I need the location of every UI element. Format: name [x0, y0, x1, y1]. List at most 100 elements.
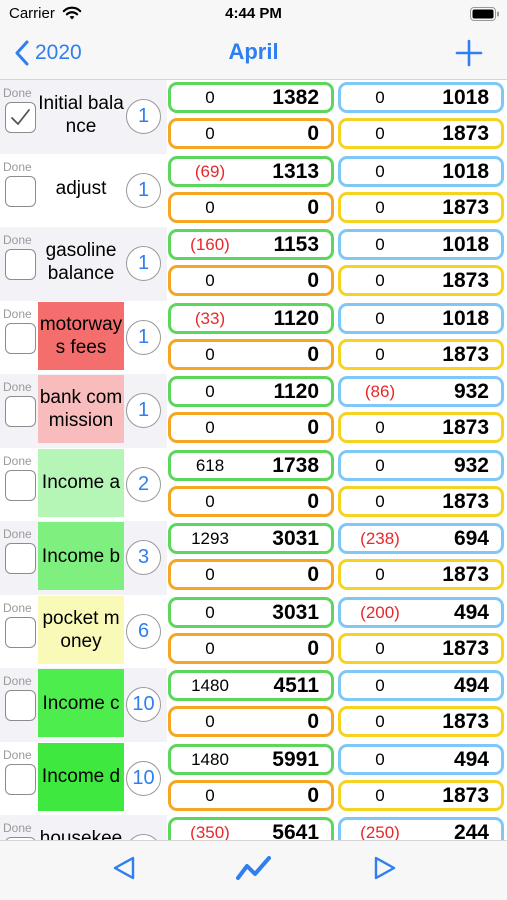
amount-cell-c2-top[interactable]: (238) 694	[338, 523, 504, 554]
plus-icon[interactable]	[455, 39, 483, 67]
list-item[interactable]: Done motorways fees 1 (33) 1120 0 0 0 1018 0 1873	[0, 300, 507, 374]
item-name[interactable]: housekeeping	[38, 816, 124, 840]
list-item[interactable]: Done Income c 10 1480 4511 0 0 0 494 0 1873	[0, 668, 507, 742]
row-label-area: Done Income a2	[0, 447, 167, 521]
count-badge[interactable]: 10	[126, 687, 161, 722]
amount-cell-c1-top[interactable]: (69) 1313	[168, 155, 334, 187]
item-name[interactable]: Income b	[38, 522, 124, 590]
amount-cell-c1-bot[interactable]: 00	[168, 338, 334, 370]
done-checkbox[interactable]	[5, 469, 36, 501]
done-checkbox[interactable]	[5, 616, 36, 648]
count-badge[interactable]: 10	[126, 760, 161, 796]
amount-cell-c2-top[interactable]: 0 494	[338, 670, 504, 701]
amount-cell-c1-bot[interactable]: 00	[168, 779, 334, 811]
amount-cell-c2-top[interactable]: (86) 932	[338, 376, 504, 407]
item-name[interactable]: gasoline balance	[38, 228, 124, 296]
amount-cell-c1-top[interactable]: 1480 4511	[168, 670, 334, 701]
amount-cell-c1-bot[interactable]: 00	[168, 706, 334, 737]
item-name[interactable]: Income c	[38, 669, 124, 737]
transaction-list[interactable]: Done Initial balance 1 0 1382 0 0 0 1018 0 1873 Don…	[0, 80, 507, 840]
amount-cell-c1-bot[interactable]: 00	[168, 118, 334, 149]
item-name[interactable]: Income a	[38, 448, 124, 517]
cell-small-value: 0	[375, 712, 385, 731]
amount-cell-c2-top[interactable]: (250) 244	[338, 817, 504, 840]
done-checkbox[interactable]	[5, 102, 36, 133]
item-name[interactable]: bank commission	[38, 375, 124, 443]
list-item[interactable]: Done Income d 10 1480 5991 0 0 0 494 0 1873	[0, 741, 507, 815]
triangle-left-icon[interactable]	[112, 855, 136, 881]
amount-cell-c2-top[interactable]: 0 1018	[338, 82, 504, 113]
row-label-area: Done Income d 10	[0, 741, 167, 815]
amount-cell-c2-bot[interactable]: 0 1873	[338, 706, 504, 737]
list-item[interactable]: Done adjust 1 (69) 1313 0 0 0 1018 0 1873	[0, 153, 507, 227]
done-label: Done	[3, 674, 32, 688]
amount-cell-c1-top[interactable]: 0 1382	[168, 82, 334, 113]
amount-cell-c2-top[interactable]: 0 494	[338, 743, 504, 775]
item-name[interactable]: pocket money	[38, 595, 124, 664]
list-item[interactable]: Done Initial balance 1 0 1382 0 0 0 1018 0 1873	[0, 80, 507, 154]
list-item[interactable]: Done bank commission 1 0 1120 0 0 (86) 932 0 1873	[0, 374, 507, 448]
amount-cell-c1-top[interactable]: (350) 5641	[168, 817, 334, 840]
chart-line-icon[interactable]	[235, 854, 272, 882]
done-checkbox[interactable]	[5, 763, 36, 795]
amount-cell-c1-top[interactable]: (33) 1120	[168, 302, 334, 334]
amount-cell-c1-top[interactable]: 1293 3031	[168, 523, 334, 554]
count-badge[interactable]: 2	[126, 466, 161, 502]
count-badge[interactable]: 3	[126, 540, 161, 575]
amount-cell-c2-top[interactable]: 0 1018	[338, 229, 504, 260]
amount-cell-c1-bot[interactable]: 00	[168, 485, 334, 517]
amount-cell-c2-bot[interactable]: 0 1873	[338, 632, 504, 664]
item-name[interactable]: adjust	[38, 155, 124, 223]
list-item[interactable]: Done Income a 2 618 1738 0 0 0 932 0 1873	[0, 447, 507, 521]
count-badge[interactable]: 1	[126, 319, 161, 355]
done-checkbox[interactable]	[5, 249, 36, 280]
amount-cell-c1-top[interactable]: 0 1120	[168, 376, 334, 407]
amount-cell-c2-bot[interactable]: 0 1873	[338, 191, 504, 223]
cell-small-value: (33)	[194, 308, 226, 328]
amount-cell-c2-bot[interactable]: 0 1873	[338, 338, 504, 370]
amount-cell-c2-top[interactable]: (200) 494	[338, 596, 504, 628]
list-item[interactable]: Done Income b 3 1293 3031 0 0 (238) 694 0 1873	[0, 521, 507, 595]
cell-big-value: 494	[453, 674, 489, 697]
amount-cell-c1-top[interactable]: 618 1738	[168, 449, 334, 481]
done-checkbox[interactable]	[5, 322, 36, 354]
amount-cell-c1-top[interactable]: 1480 5991	[168, 743, 334, 775]
amount-cell-c1-top[interactable]: (160) 1153	[168, 229, 334, 260]
amount-cell-c1-bot[interactable]: 00	[168, 191, 334, 223]
amount-cell-c1-bot[interactable]: 00	[168, 412, 334, 443]
amount-cell-c1-top[interactable]: 0 3031	[168, 596, 334, 628]
item-name[interactable]: Income d	[38, 742, 124, 811]
amount-cell-c2-bot[interactable]: 0 1873	[338, 412, 504, 443]
amount-cell-c1-bot[interactable]: 00	[168, 632, 334, 664]
amount-cell-c2-bot[interactable]: 0 1873	[338, 779, 504, 811]
cell-big-value: 5991	[272, 747, 319, 771]
done-checkbox[interactable]	[5, 543, 36, 574]
list-item[interactable]: Done gasoline balance 1 (160) 1153 0 0 0 1018 0 18…	[0, 227, 507, 301]
item-name[interactable]: Initial balance	[38, 81, 124, 149]
amount-cell-c2-bot[interactable]: 0 1873	[338, 485, 504, 517]
amount-cell-c2-bot[interactable]: 0 1873	[338, 118, 504, 149]
amount-cell-c2-top[interactable]: 0 1018	[338, 155, 504, 187]
amount-cell-c2-bot[interactable]: 0 1873	[338, 265, 504, 296]
done-checkbox[interactable]	[5, 175, 36, 207]
count-badge[interactable]: 6	[126, 613, 161, 649]
list-item[interactable]: Donehousekeeping1(350)564100(250)2440187…	[0, 815, 507, 840]
count-badge[interactable]: 1	[126, 99, 161, 134]
item-name[interactable]: motorways fees	[38, 301, 124, 370]
done-checkbox[interactable]	[5, 396, 36, 427]
amount-cell-c2-bot[interactable]: 0 1873	[338, 559, 504, 590]
count-badge[interactable]: 1	[126, 246, 161, 281]
amount-cell-c2-top[interactable]: 0 1018	[338, 302, 504, 334]
amount-cell-c1-bot[interactable]: 00	[168, 559, 334, 590]
amount-cell-c1-bot[interactable]: 00	[168, 265, 334, 296]
done-checkbox[interactable]	[5, 690, 36, 721]
amount-cell-c2-top[interactable]: 0 932	[338, 449, 504, 481]
count-badge[interactable]: 1	[126, 172, 161, 208]
cell-big-value: 1873	[442, 710, 489, 733]
row-label-area: Done adjust 1	[0, 153, 167, 227]
cell-big-value: 0	[307, 122, 319, 145]
cell-small-value: 0	[375, 197, 385, 217]
count-badge[interactable]: 1	[126, 393, 161, 428]
triangle-right-icon[interactable]	[373, 855, 397, 881]
list-item[interactable]: Done pocket money 6 0 3031 0 0 (200) 494 0 1873	[0, 594, 507, 668]
